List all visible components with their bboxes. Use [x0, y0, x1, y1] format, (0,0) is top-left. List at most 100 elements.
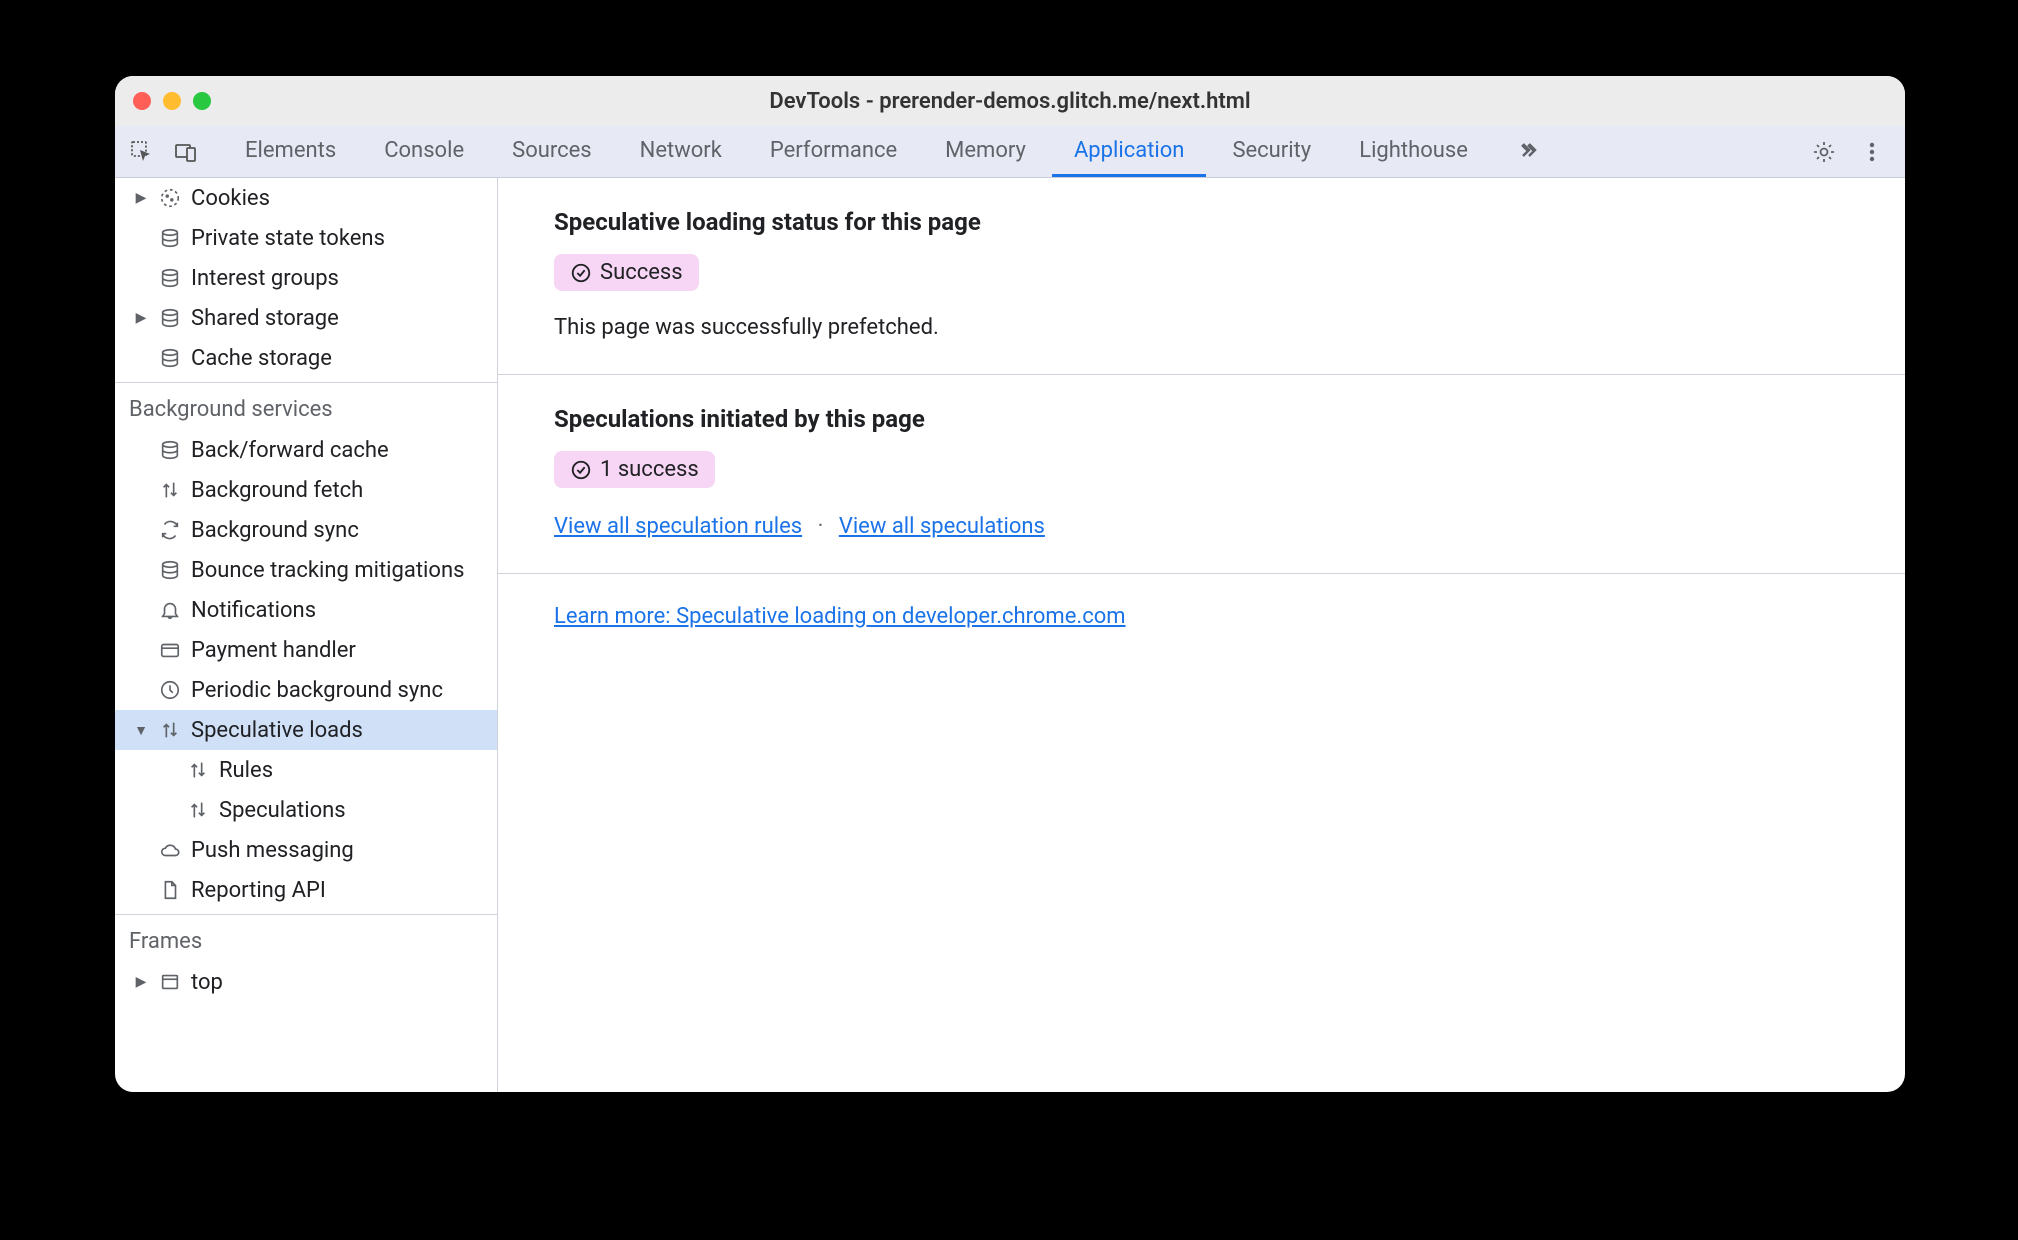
- status-description: This page was successfully prefetched.: [554, 315, 1849, 340]
- maximize-window-button[interactable]: [193, 92, 211, 110]
- tab-lighthouse[interactable]: Lighthouse: [1337, 126, 1490, 177]
- cloud-icon: [157, 839, 183, 861]
- badge-text: 1 success: [600, 457, 699, 482]
- sidebar-item-speculations[interactable]: Speculations: [115, 790, 497, 830]
- database-icon: [157, 307, 183, 329]
- toolbar-left-icons: [129, 126, 223, 177]
- sidebar-item-reporting-api[interactable]: Reporting API: [115, 870, 497, 910]
- sidebar-item-label: Periodic background sync: [191, 678, 443, 703]
- chevron-right-icon: ▶: [133, 974, 149, 990]
- sidebar-item-label: Cache storage: [191, 346, 332, 371]
- arrows-updown-icon: [157, 479, 183, 501]
- file-icon: [157, 879, 183, 901]
- sidebar-item-background-fetch[interactable]: Background fetch: [115, 470, 497, 510]
- more-menu-icon[interactable]: [1859, 139, 1885, 165]
- minimize-window-button[interactable]: [163, 92, 181, 110]
- sidebar-item-notifications[interactable]: Notifications: [115, 590, 497, 630]
- sidebar-item-label: Payment handler: [191, 638, 356, 663]
- status-badge-success: Success: [554, 254, 699, 291]
- sidebar-item-label: Shared storage: [191, 306, 339, 331]
- sidebar-item-label: top: [191, 970, 223, 995]
- badge-text: Success: [600, 260, 683, 285]
- sidebar-item-payment-handler[interactable]: Payment handler: [115, 630, 497, 670]
- sidebar-item-private-state-tokens[interactable]: Private state tokens: [115, 218, 497, 258]
- tab-application[interactable]: Application: [1052, 126, 1206, 177]
- window-title: DevTools - prerender-demos.glitch.me/nex…: [769, 89, 1250, 114]
- speculative-loading-status-section: Speculative loading status for this page…: [498, 178, 1905, 375]
- frame-icon: [157, 971, 183, 993]
- tab-elements[interactable]: Elements: [223, 126, 358, 177]
- sidebar-item-label: Speculations: [219, 798, 346, 823]
- speculations-initiated-section: Speculations initiated by this page 1 su…: [498, 375, 1905, 574]
- sidebar-item-label: Push messaging: [191, 838, 354, 863]
- view-speculation-rules-link[interactable]: View all speculation rules: [554, 514, 802, 539]
- sidebar-item-push-messaging[interactable]: Push messaging: [115, 830, 497, 870]
- section-title: Speculations initiated by this page: [554, 405, 1849, 433]
- sidebar-item-label: Background sync: [191, 518, 359, 543]
- more-tabs-button[interactable]: [1494, 126, 1562, 177]
- database-icon: [157, 439, 183, 461]
- sidebar-item-label: Interest groups: [191, 266, 339, 291]
- clock-icon: [157, 679, 183, 701]
- tab-sources[interactable]: Sources: [490, 126, 614, 177]
- learn-more-link[interactable]: Learn more: Speculative loading on devel…: [554, 604, 1126, 629]
- background-services-header: Background services: [115, 383, 497, 430]
- cookie-icon: [157, 187, 183, 209]
- arrows-updown-icon: [185, 759, 211, 781]
- application-sidebar: ▶ Cookies Private state tokens: [115, 178, 498, 1092]
- device-toolbar-icon[interactable]: [173, 139, 199, 165]
- sidebar-item-label: Reporting API: [191, 878, 326, 903]
- database-icon: [157, 347, 183, 369]
- sidebar-item-label: Bounce tracking mitigations: [191, 558, 464, 583]
- sidebar-item-label: Private state tokens: [191, 226, 385, 251]
- sidebar-item-label: Cookies: [191, 186, 270, 211]
- sidebar-item-background-sync[interactable]: Background sync: [115, 510, 497, 550]
- tab-console[interactable]: Console: [362, 126, 486, 177]
- database-icon: [157, 559, 183, 581]
- sidebar-item-speculative-rules[interactable]: Rules: [115, 750, 497, 790]
- main-pane: Speculative loading status for this page…: [498, 178, 1905, 1092]
- sidebar-item-interest-groups[interactable]: Interest groups: [115, 258, 497, 298]
- sidebar-item-label: Notifications: [191, 598, 316, 623]
- sidebar-item-top-frame[interactable]: ▶ top: [115, 962, 497, 1002]
- settings-icon[interactable]: [1811, 139, 1837, 165]
- card-icon: [157, 639, 183, 661]
- content-area: ▶ Cookies Private state tokens: [115, 178, 1905, 1092]
- sidebar-item-speculative-loads[interactable]: ▼ Speculative loads: [115, 710, 497, 750]
- tab-memory[interactable]: Memory: [923, 126, 1048, 177]
- titlebar: DevTools - prerender-demos.glitch.me/nex…: [115, 76, 1905, 126]
- status-badge-count: 1 success: [554, 451, 715, 488]
- devtools-tabs: Elements Console Sources Network Perform…: [223, 126, 1801, 177]
- check-circle-icon: [570, 459, 592, 481]
- sidebar-item-cache-storage[interactable]: Cache storage: [115, 338, 497, 378]
- sidebar-item-bounce-tracking[interactable]: Bounce tracking mitigations: [115, 550, 497, 590]
- inspect-element-icon[interactable]: [129, 139, 155, 165]
- sync-icon: [157, 519, 183, 541]
- tab-performance[interactable]: Performance: [748, 126, 919, 177]
- devtools-window: DevTools - prerender-demos.glitch.me/nex…: [115, 76, 1905, 1092]
- sidebar-item-label: Back/forward cache: [191, 438, 389, 463]
- bell-icon: [157, 599, 183, 621]
- sidebar-item-back-forward-cache[interactable]: Back/forward cache: [115, 430, 497, 470]
- sidebar-item-label: Background fetch: [191, 478, 363, 503]
- arrows-updown-icon: [157, 719, 183, 741]
- database-icon: [157, 227, 183, 249]
- frames-header: Frames: [115, 915, 497, 962]
- tab-security[interactable]: Security: [1210, 126, 1333, 177]
- speculation-links: View all speculation rules · View all sp…: [554, 514, 1849, 539]
- database-icon: [157, 267, 183, 289]
- section-title: Speculative loading status for this page: [554, 208, 1849, 236]
- view-speculations-link[interactable]: View all speculations: [839, 514, 1045, 539]
- check-circle-icon: [570, 262, 592, 284]
- sidebar-item-cookies[interactable]: ▶ Cookies: [115, 178, 497, 218]
- toolbar-right-icons: [1801, 126, 1895, 177]
- learn-more-section: Learn more: Speculative loading on devel…: [498, 574, 1905, 663]
- sidebar-item-periodic-sync[interactable]: Periodic background sync: [115, 670, 497, 710]
- close-window-button[interactable]: [133, 92, 151, 110]
- arrows-updown-icon: [185, 799, 211, 821]
- sidebar-item-label: Speculative loads: [191, 718, 363, 743]
- chevron-down-icon: ▼: [133, 722, 149, 739]
- sidebar-item-shared-storage[interactable]: ▶ Shared storage: [115, 298, 497, 338]
- chevron-right-icon: ▶: [133, 190, 149, 206]
- tab-network[interactable]: Network: [618, 126, 744, 177]
